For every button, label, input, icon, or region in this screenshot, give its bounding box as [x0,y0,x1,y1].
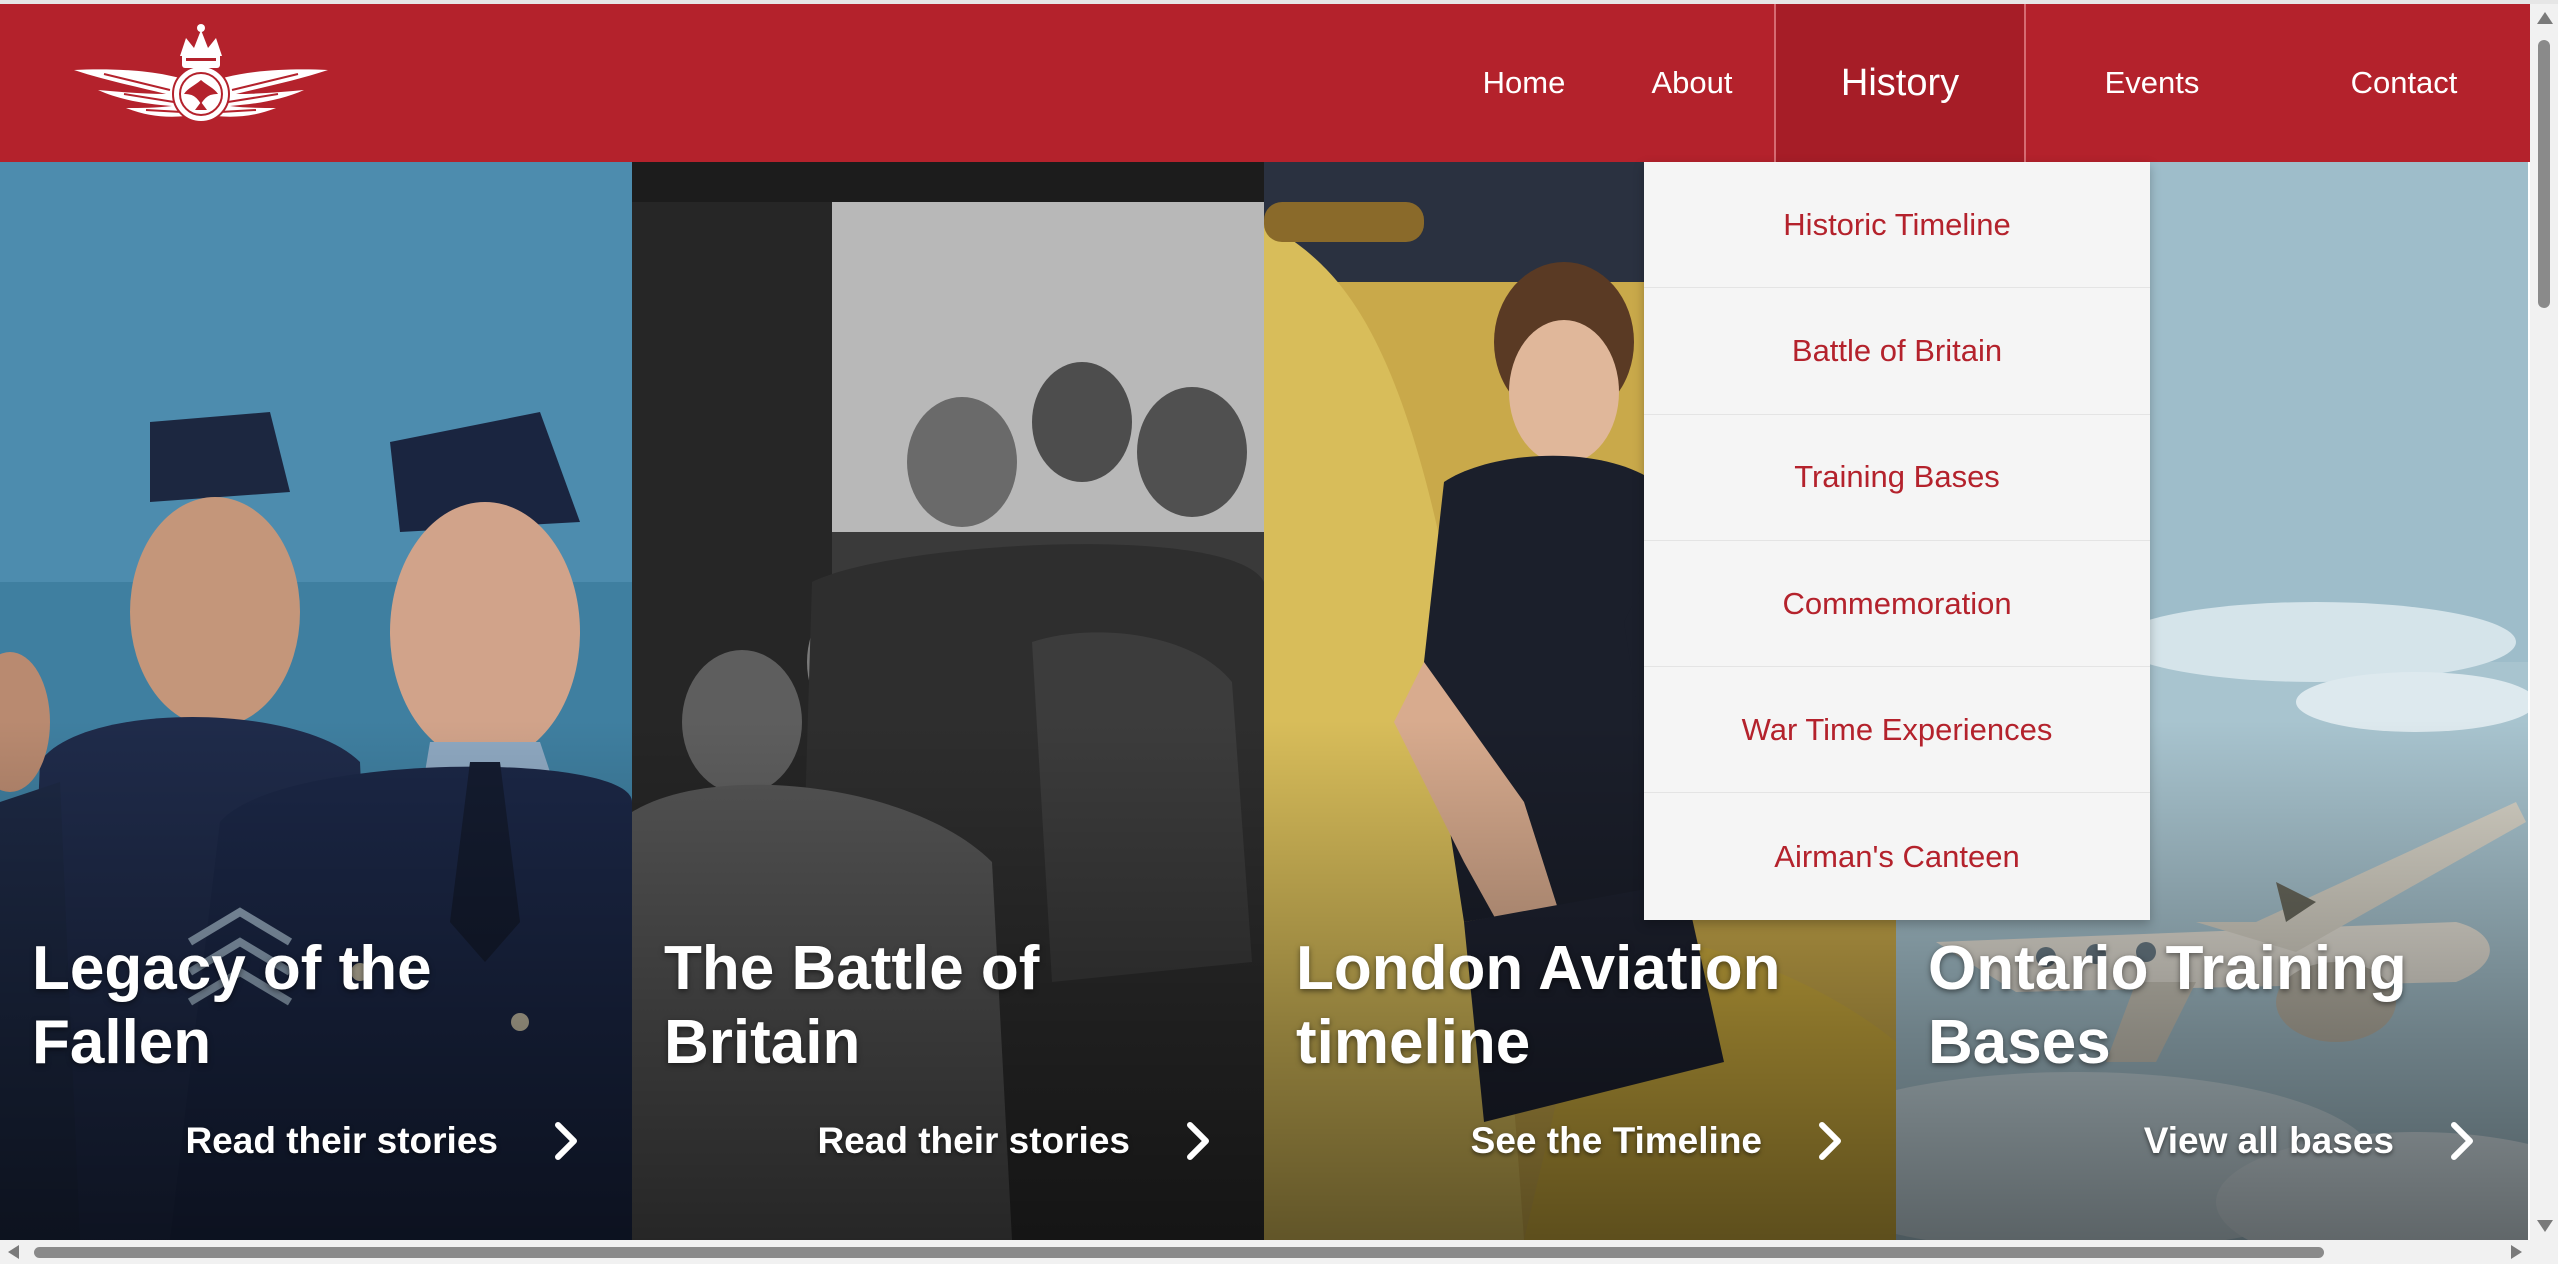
site-header: Home About History Events Contact [0,4,2530,162]
see-the-timeline-link[interactable]: See the Timeline [1471,1120,1844,1162]
chevron-right-icon [1819,1122,1841,1160]
view-all-bases-link[interactable]: View all bases [2144,1120,2476,1162]
menu-item-commemoration[interactable]: Commemoration [1644,541,2150,668]
vertical-scroll-thumb[interactable] [2538,40,2550,308]
panel-link-label: Read their stories [817,1120,1130,1161]
main-nav: Home About History Events Contact [1438,4,2530,162]
scroll-up-arrow-icon[interactable] [2537,12,2553,24]
horizontal-scrollbar[interactable] [0,1240,2530,1264]
scroll-down-arrow-icon[interactable] [2537,1220,2553,1232]
scroll-left-arrow-icon[interactable] [8,1245,19,1259]
nav-events[interactable]: Events [2026,4,2278,162]
panel-link-label: Read their stories [185,1120,498,1161]
nav-contact[interactable]: Contact [2278,4,2530,162]
chevron-right-icon [2451,1122,2473,1160]
read-their-stories-link[interactable]: Read their stories [185,1120,580,1162]
panel-title: Ontario Training Bases [1928,934,2407,1077]
panel-link-label: See the Timeline [1470,1120,1762,1161]
panel-battle-of-britain[interactable]: The Battle of Britain Read their stories [632,162,1264,1240]
scrollbar-corner [2530,1240,2558,1264]
menu-item-training-bases[interactable]: Training Bases [1644,415,2150,541]
panel-title: London Aviation timeline [1296,934,1781,1077]
panel-legacy-of-the-fallen[interactable]: Legacy of the Fallen Read their stories [0,162,632,1240]
nav-about[interactable]: About [1610,4,1774,162]
menu-item-battle-of-britain[interactable]: Battle of Britain [1644,288,2150,415]
horizontal-scroll-thumb[interactable] [34,1247,2324,1258]
panel-link-label: View all bases [2143,1120,2394,1161]
menu-item-airmans-canteen[interactable]: Airman's Canteen [1644,793,2150,919]
rcaf-wings-crown-logo-icon[interactable] [74,24,328,136]
scroll-right-arrow-icon[interactable] [2511,1245,2522,1259]
history-dropdown-menu: Historic Timeline Battle of Britain Trai… [1644,162,2150,920]
read-their-stories-link[interactable]: Read their stories [817,1120,1212,1162]
menu-item-historic-timeline[interactable]: Historic Timeline [1644,162,2150,289]
vertical-scrollbar[interactable] [2530,4,2558,1240]
chevron-right-icon [555,1122,577,1160]
nav-history[interactable]: History [1774,4,2026,162]
chevron-right-icon [1187,1122,1209,1160]
panel-title: Legacy of the Fallen [32,934,432,1077]
nav-home[interactable]: Home [1438,4,1610,162]
hero-panels: Legacy of the Fallen Read their stories [0,162,2530,1240]
menu-item-war-time-experiences[interactable]: War Time Experiences [1644,667,2150,794]
panel-title: The Battle of Britain [664,934,1040,1077]
page-viewport: Home About History Events Contact Legacy… [0,0,2530,1240]
